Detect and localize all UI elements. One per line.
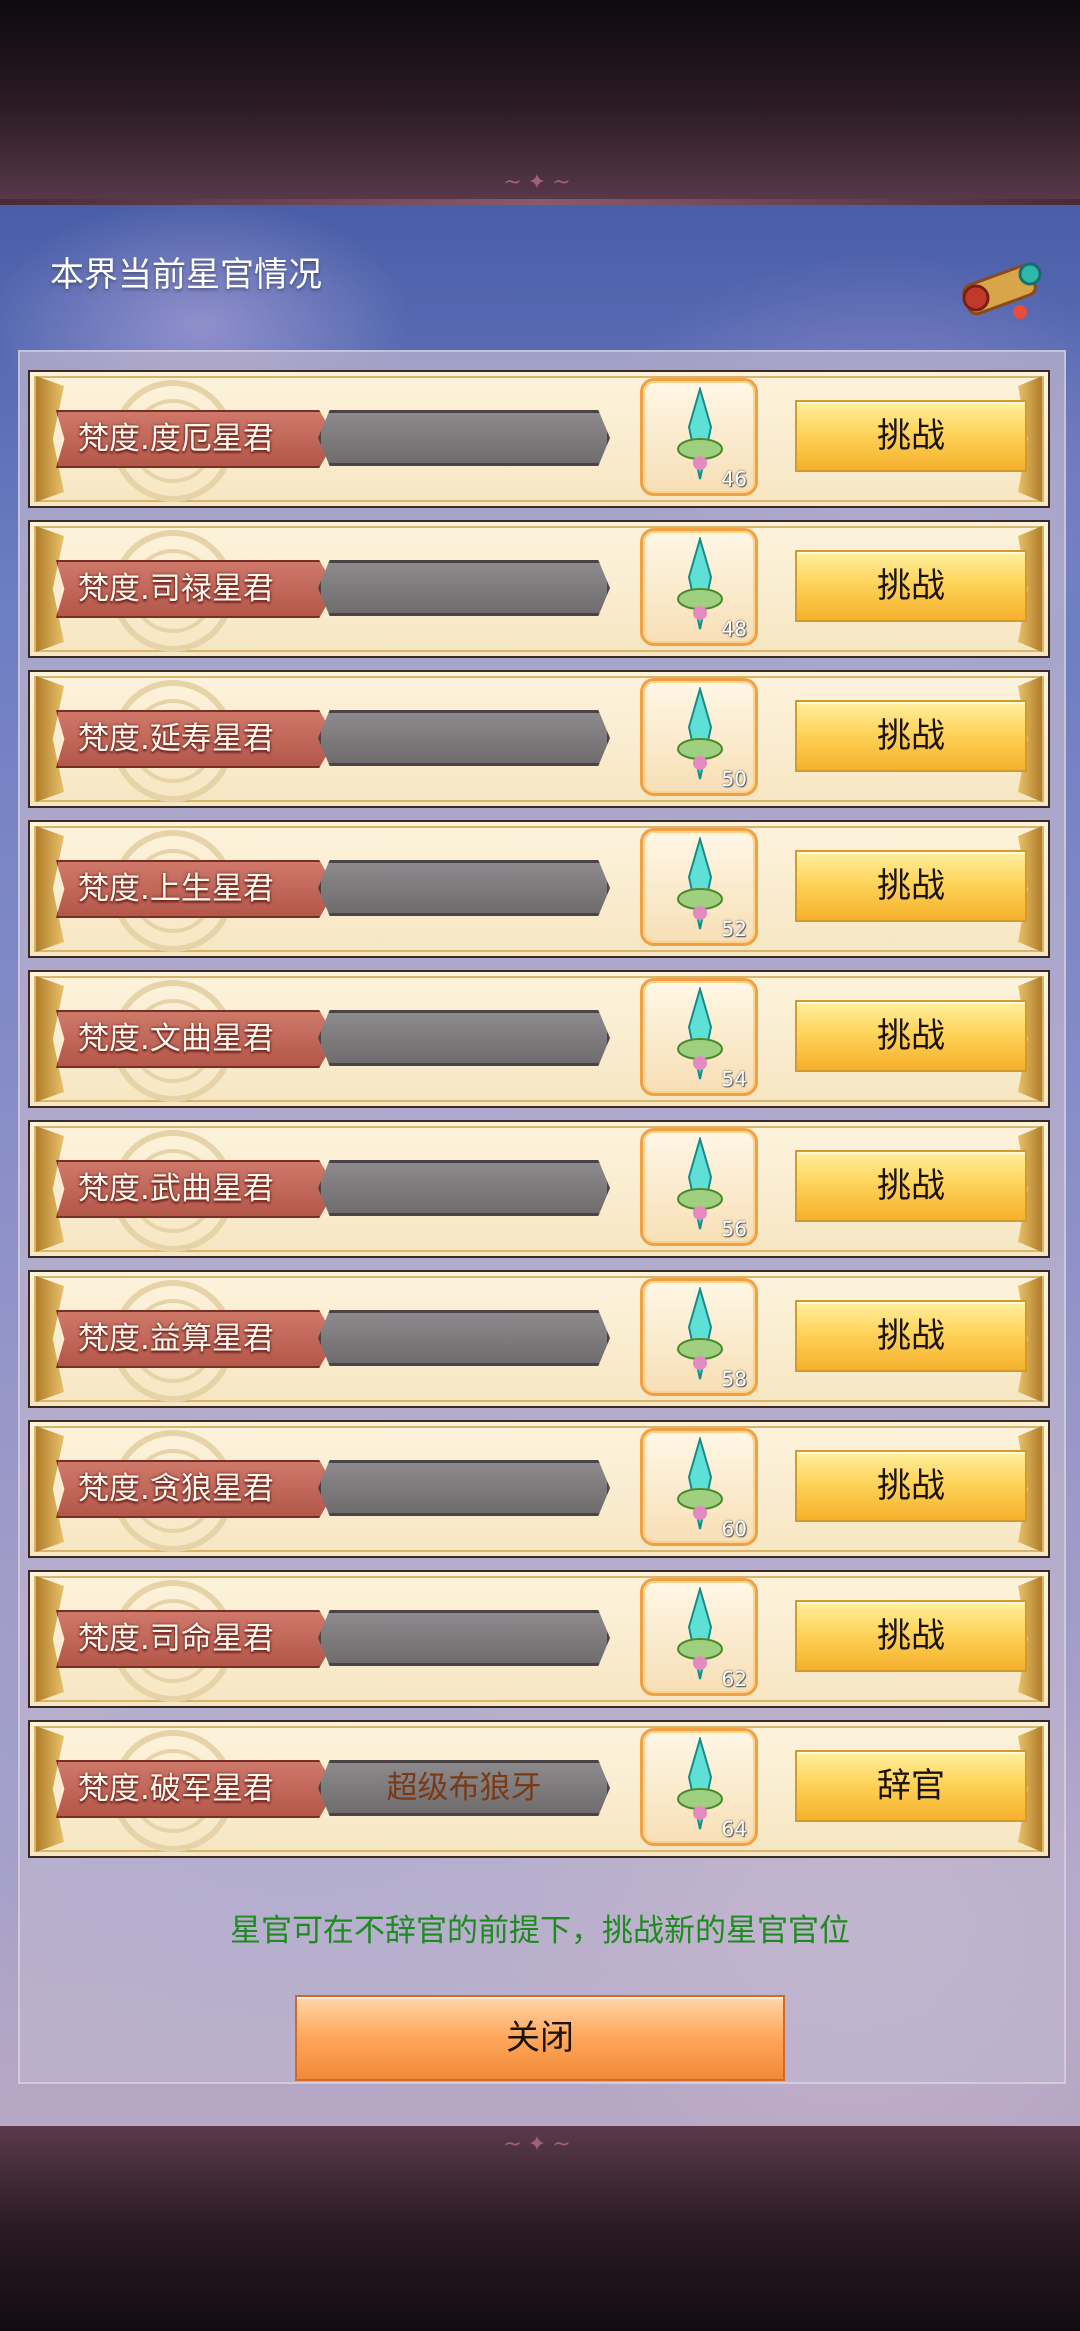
list-item: 梵度.度厄星君 46 挑战 xyxy=(28,370,1050,508)
holder-name xyxy=(318,860,610,916)
rank-name: 梵度.上生星君 xyxy=(78,871,274,907)
item-level: 62 xyxy=(721,1667,747,1691)
holder-name: 超级布狼牙 xyxy=(386,1770,542,1806)
reward-item[interactable]: 56 xyxy=(640,1128,758,1246)
list-item: 梵度.武曲星君 56 挑战 xyxy=(28,1120,1050,1258)
challenge-button[interactable]: 挑战 xyxy=(795,1300,1027,1372)
ornament-icon: ~✦~ xyxy=(503,2132,577,2157)
list-item: 梵度.司命星君 62 挑战 xyxy=(28,1570,1050,1708)
rank-name: 梵度.度厄星君 xyxy=(78,421,274,457)
list-item: 梵度.文曲星君 54 挑战 xyxy=(28,970,1050,1108)
holder-name xyxy=(318,1610,610,1666)
list-item: 梵度.上生星君 52 挑战 xyxy=(28,820,1050,958)
challenge-button[interactable]: 挑战 xyxy=(795,1450,1027,1522)
close-button[interactable]: 关闭 xyxy=(295,1995,785,2081)
rank-name: 梵度.贪狼星君 xyxy=(78,1471,274,1507)
holder-name xyxy=(318,1010,610,1066)
ornament-left xyxy=(36,676,64,802)
reward-item[interactable]: 62 xyxy=(640,1578,758,1696)
list-item: 梵度.破军星君 超级布狼牙 64 辞官 xyxy=(28,1720,1050,1858)
challenge-button[interactable]: 挑战 xyxy=(795,1000,1027,1072)
reward-item[interactable]: 54 xyxy=(640,978,758,1096)
ornament-left xyxy=(36,1276,64,1402)
reward-item[interactable]: 52 xyxy=(640,828,758,946)
holder-name xyxy=(318,1460,610,1516)
item-level: 58 xyxy=(721,1367,747,1391)
dialog-title: 本界当前星官情况 xyxy=(50,255,322,295)
item-level: 64 xyxy=(721,1817,747,1841)
challenge-button[interactable]: 挑战 xyxy=(795,550,1027,622)
ornament-left xyxy=(36,526,64,652)
item-level: 50 xyxy=(721,767,747,791)
ornament-left xyxy=(36,976,64,1102)
list-item: 梵度.贪狼星君 60 挑战 xyxy=(28,1420,1050,1558)
ornament-left xyxy=(36,826,64,952)
rank-name: 梵度.延寿星君 xyxy=(78,721,274,757)
rank-name: 梵度.司命星君 xyxy=(78,1621,274,1657)
ornament-left xyxy=(36,376,64,502)
item-level: 60 xyxy=(721,1517,747,1541)
challenge-button[interactable]: 挑战 xyxy=(795,400,1027,472)
holder-name xyxy=(318,410,610,466)
holder-name xyxy=(318,560,610,616)
ornament-left xyxy=(36,1126,64,1252)
reward-item[interactable]: 50 xyxy=(640,678,758,796)
reward-item[interactable]: 48 xyxy=(640,528,758,646)
rank-name: 梵度.司禄星君 xyxy=(78,571,274,607)
holder-name xyxy=(318,1160,610,1216)
ornament-left xyxy=(36,1426,64,1552)
holder-name xyxy=(318,1310,610,1366)
bottom-band: ~✦~ xyxy=(0,2126,1080,2331)
list-item: 梵度.延寿星君 50 挑战 xyxy=(28,670,1050,808)
list-item: 梵度.益算星君 58 挑战 xyxy=(28,1270,1050,1408)
reward-item[interactable]: 46 xyxy=(640,378,758,496)
reward-item[interactable]: 64 xyxy=(640,1728,758,1846)
scroll-icon xyxy=(954,240,1050,336)
dialog-panel: 本界当前星官情况 梵度.度厄星君 46 挑战 梵度.司禄星君 48 挑战 梵度.… xyxy=(0,205,1080,2126)
rank-name: 梵度.武曲星君 xyxy=(78,1171,274,1207)
list-item: 梵度.司禄星君 48 挑战 xyxy=(28,520,1050,658)
holder-name xyxy=(318,710,610,766)
rank-name: 梵度.破军星君 xyxy=(78,1771,274,1807)
rank-name: 梵度.益算星君 xyxy=(78,1321,274,1357)
top-band: ~✦~ xyxy=(0,0,1080,205)
ornament-left xyxy=(36,1726,64,1852)
item-level: 52 xyxy=(721,917,747,941)
challenge-button[interactable]: 挑战 xyxy=(795,1150,1027,1222)
item-level: 48 xyxy=(721,617,747,641)
ornament-icon: ~✦~ xyxy=(503,170,577,195)
challenge-button[interactable]: 挑战 xyxy=(795,700,1027,772)
item-level: 46 xyxy=(721,467,747,491)
resign-button[interactable]: 辞官 xyxy=(795,1750,1027,1822)
item-level: 56 xyxy=(721,1217,747,1241)
reward-item[interactable]: 60 xyxy=(640,1428,758,1546)
ornament-left xyxy=(36,1576,64,1702)
item-level: 54 xyxy=(721,1067,747,1091)
rank-name: 梵度.文曲星君 xyxy=(78,1021,274,1057)
reward-item[interactable]: 58 xyxy=(640,1278,758,1396)
challenge-button[interactable]: 挑战 xyxy=(795,1600,1027,1672)
challenge-button[interactable]: 挑战 xyxy=(795,850,1027,922)
hint-text: 星官可在不辞官的前提下，挑战新的星官官位 xyxy=(230,1913,850,1949)
